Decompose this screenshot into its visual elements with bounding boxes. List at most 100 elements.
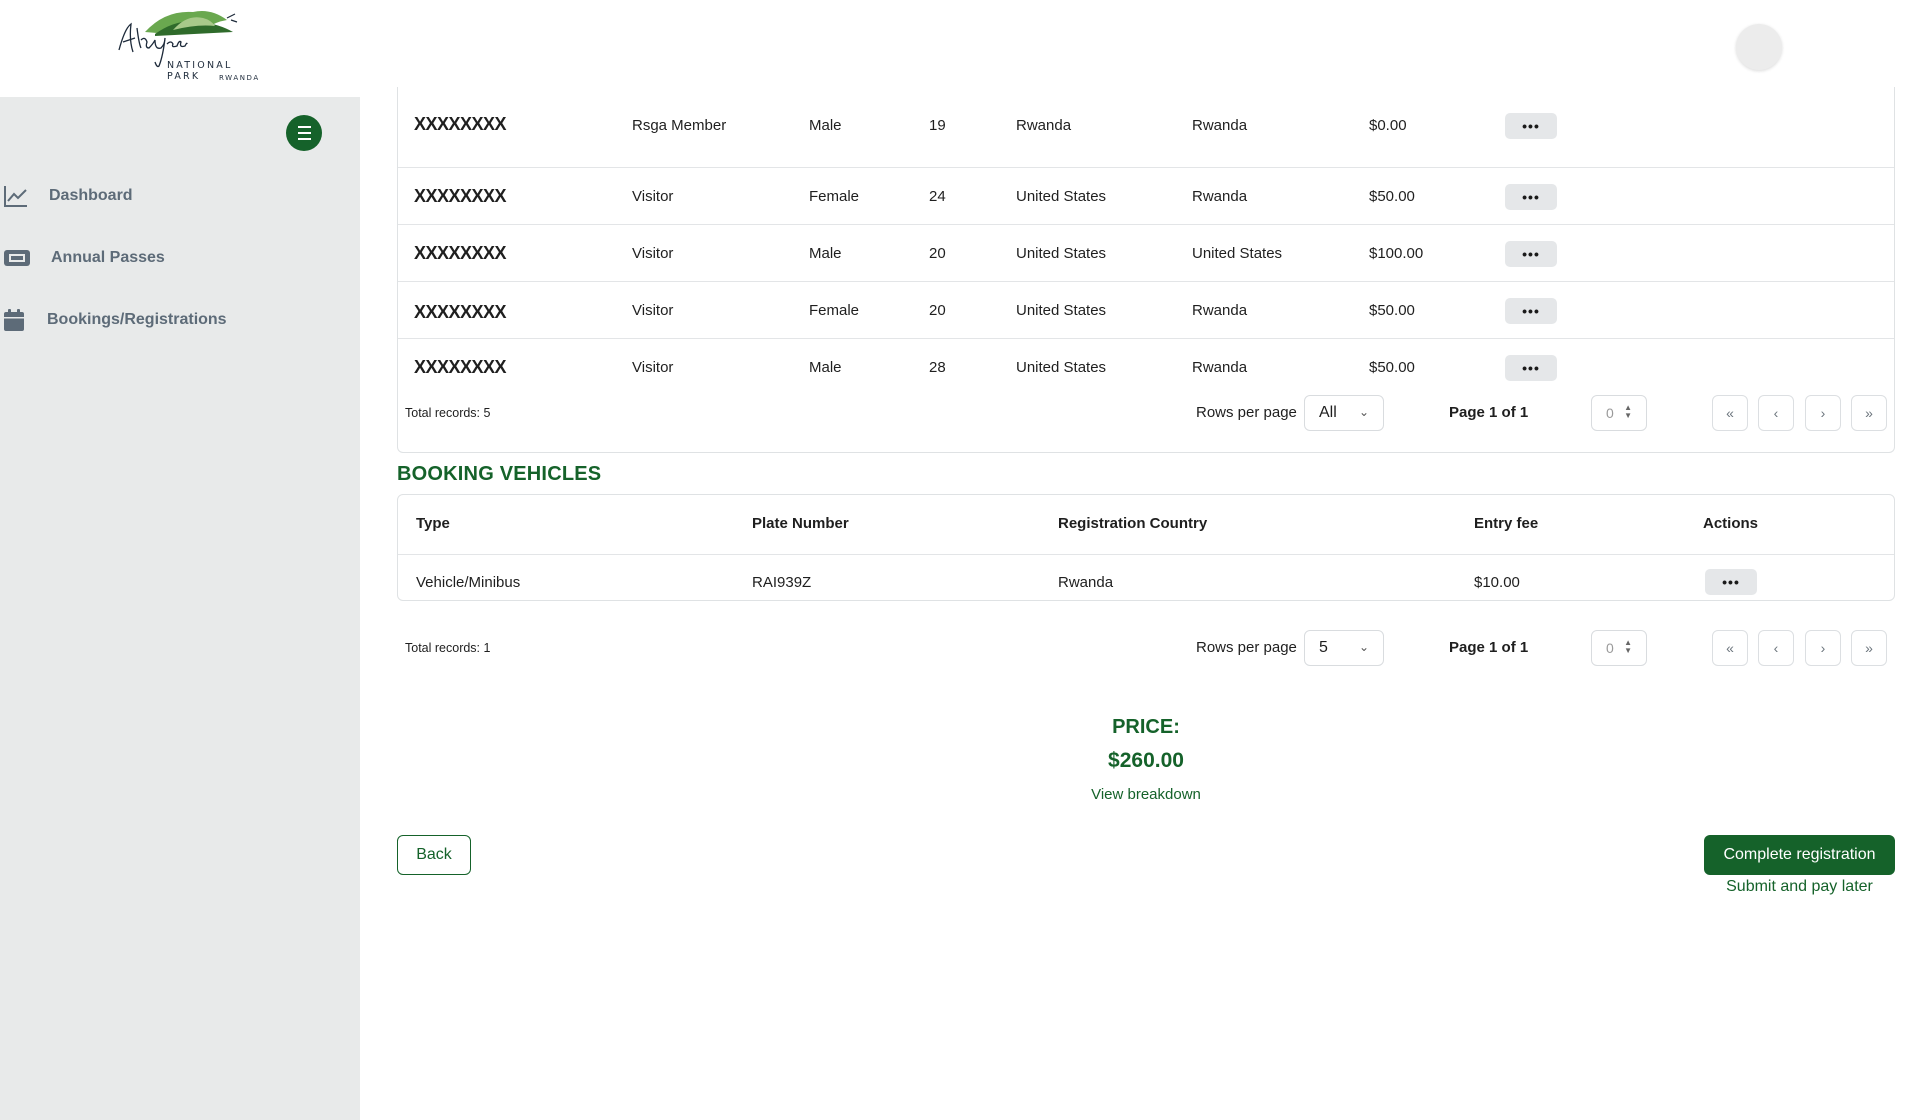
rows-per-page-select[interactable]: All ⌄ [1304, 395, 1384, 431]
row-actions-button[interactable]: ••• [1505, 241, 1557, 267]
user-avatar[interactable] [1736, 24, 1782, 70]
chevron-left-icon: ‹ [1773, 405, 1779, 421]
visitor-residence: United States [1192, 245, 1283, 262]
total-records: Total records: 1 [405, 641, 491, 655]
vehicle-type: Vehicle/Minibus [416, 574, 521, 591]
column-header-country: Registration Country [1058, 515, 1208, 532]
next-page-button[interactable]: › [1805, 630, 1841, 666]
visitor-fee: $50.00 [1369, 188, 1415, 205]
section-title-booking-vehicles: BOOKING VEHICLES [397, 463, 602, 485]
first-page-button[interactable]: « [1712, 395, 1748, 431]
last-page-button[interactable]: » [1851, 395, 1887, 431]
visitor-nationality: United States [1016, 302, 1107, 319]
visitor-age: 24 [929, 188, 946, 205]
rows-per-page-select[interactable]: 5 ⌄ [1304, 630, 1384, 666]
spinner-icon[interactable]: ▲ ▼ [1624, 404, 1632, 420]
double-chevron-right-icon: » [1865, 405, 1873, 421]
logo-line-rwanda: RWANDA [219, 74, 260, 82]
table-row: XXXXXXXX Visitor Female 20 United States… [398, 281, 1894, 338]
visitor-gender: Male [809, 359, 842, 376]
prev-page-button[interactable]: ‹ [1758, 630, 1794, 666]
visitor-type: Visitor [632, 188, 674, 205]
ticket-icon [4, 250, 30, 266]
double-chevron-right-icon: » [1865, 640, 1873, 656]
sidebar: Dashboard Annual Passes Bookings/Registr… [0, 97, 360, 1120]
submit-pay-later-link[interactable]: Submit and pay later [1704, 878, 1895, 896]
chart-line-icon [4, 186, 27, 207]
akagera-logo[interactable]: NATIONAL PARK RWANDA [115, 4, 265, 86]
visitor-name: XXXXXXXX [414, 186, 507, 206]
visitor-type: Visitor [632, 359, 674, 376]
total-records: Total records: 5 [405, 406, 491, 420]
back-button[interactable]: Back [397, 835, 471, 875]
visitor-name: XXXXXXXX [414, 114, 507, 134]
visitor-gender: Male [809, 245, 842, 262]
visitor-type: Visitor [632, 302, 674, 319]
row-actions-button[interactable]: ••• [1705, 569, 1757, 595]
row-actions-button[interactable]: ••• [1505, 113, 1557, 139]
column-header-actions: Actions [1703, 515, 1759, 532]
visitor-name: XXXXXXXX [414, 357, 507, 377]
view-breakdown-link[interactable]: View breakdown [397, 786, 1895, 803]
visitor-name: XXXXXXXX [414, 243, 507, 263]
chevron-right-icon: › [1820, 640, 1826, 656]
first-page-button[interactable]: « [1712, 630, 1748, 666]
visitor-residence: Rwanda [1192, 188, 1248, 205]
vehicle-fee: $10.00 [1474, 574, 1520, 591]
column-header-fee: Entry fee [1474, 515, 1539, 532]
page-indicator: Page 1 of 1 [1449, 404, 1529, 421]
rows-per-page-label: Rows per page [1196, 639, 1297, 656]
page-number-value: 0 [1606, 640, 1614, 656]
sidebar-item-label: Annual Passes [51, 249, 165, 266]
prev-page-button[interactable]: ‹ [1758, 395, 1794, 431]
sidebar-item-label: Bookings/Registrations [47, 311, 227, 328]
column-header-plate: Plate Number [752, 515, 849, 532]
table-row: XXXXXXXX Visitor Male 20 United States U… [398, 224, 1894, 281]
column-header-type: Type [416, 515, 450, 532]
visitor-gender: Female [809, 302, 860, 319]
table-row: XXXXXXXX Rsga Member Male 19 Rwanda Rwan… [398, 87, 1894, 167]
visitor-fee: $50.00 [1369, 359, 1415, 376]
complete-registration-button[interactable]: Complete registration [1704, 835, 1895, 875]
last-page-button[interactable]: » [1851, 630, 1887, 666]
page-number-value: 0 [1606, 405, 1614, 421]
chevron-down-icon: ⌄ [1358, 405, 1369, 419]
sidebar-item-annual-passes[interactable]: Annual Passes [0, 238, 165, 278]
double-chevron-left-icon: « [1726, 405, 1734, 421]
visitor-nationality: United States [1016, 359, 1107, 376]
visitor-fee: $0.00 [1369, 117, 1407, 134]
page-number-input[interactable]: 0 ▲ ▼ [1591, 630, 1647, 666]
row-actions-button[interactable]: ••• [1505, 298, 1557, 324]
visitor-type: Rsga Member [632, 117, 727, 134]
visitor-type: Visitor [632, 245, 674, 262]
visitor-gender: Female [809, 188, 860, 205]
table-row: XXXXXXXX Visitor Female 24 United States… [398, 167, 1894, 224]
chevron-left-icon: ‹ [1773, 640, 1779, 656]
table-row: XXXXXXXX Visitor Male 28 United States R… [398, 338, 1894, 395]
vehicle-country: Rwanda [1058, 574, 1114, 591]
visitor-residence: Rwanda [1192, 359, 1248, 376]
spinner-icon[interactable]: ▲ ▼ [1624, 639, 1632, 655]
rows-per-page-value: All [1319, 404, 1337, 421]
next-page-button[interactable]: › [1805, 395, 1841, 431]
vehicle-plate: RAI939Z [752, 574, 812, 591]
visitor-residence: Rwanda [1192, 302, 1248, 319]
sidebar-item-dashboard[interactable]: Dashboard [0, 176, 133, 216]
price-value: $260.00 [1108, 749, 1184, 772]
chevron-down-icon: ⌄ [1358, 640, 1369, 654]
visitor-nationality: United States [1016, 245, 1107, 262]
sidebar-item-bookings[interactable]: Bookings/Registrations [0, 300, 227, 340]
rows-per-page-value: 5 [1319, 639, 1328, 656]
row-actions-button[interactable]: ••• [1505, 355, 1557, 381]
menu-toggle-button[interactable] [286, 115, 322, 151]
page-number-input[interactable]: 0 ▲ ▼ [1591, 395, 1647, 431]
visitor-nationality: United States [1016, 188, 1107, 205]
visitor-age: 20 [929, 302, 946, 319]
visitors-pagination: Total records: 5 Rows per page All ⌄ Pag… [397, 393, 1895, 433]
visitor-residence: Rwanda [1192, 117, 1248, 134]
table-row: Vehicle/Minibus RAI939Z Rwanda $10.00 ••… [398, 554, 1894, 601]
rows-per-page-label: Rows per page [1196, 404, 1297, 421]
visitor-age: 28 [929, 359, 946, 376]
visitor-nationality: Rwanda [1016, 117, 1072, 134]
row-actions-button[interactable]: ••• [1505, 184, 1557, 210]
